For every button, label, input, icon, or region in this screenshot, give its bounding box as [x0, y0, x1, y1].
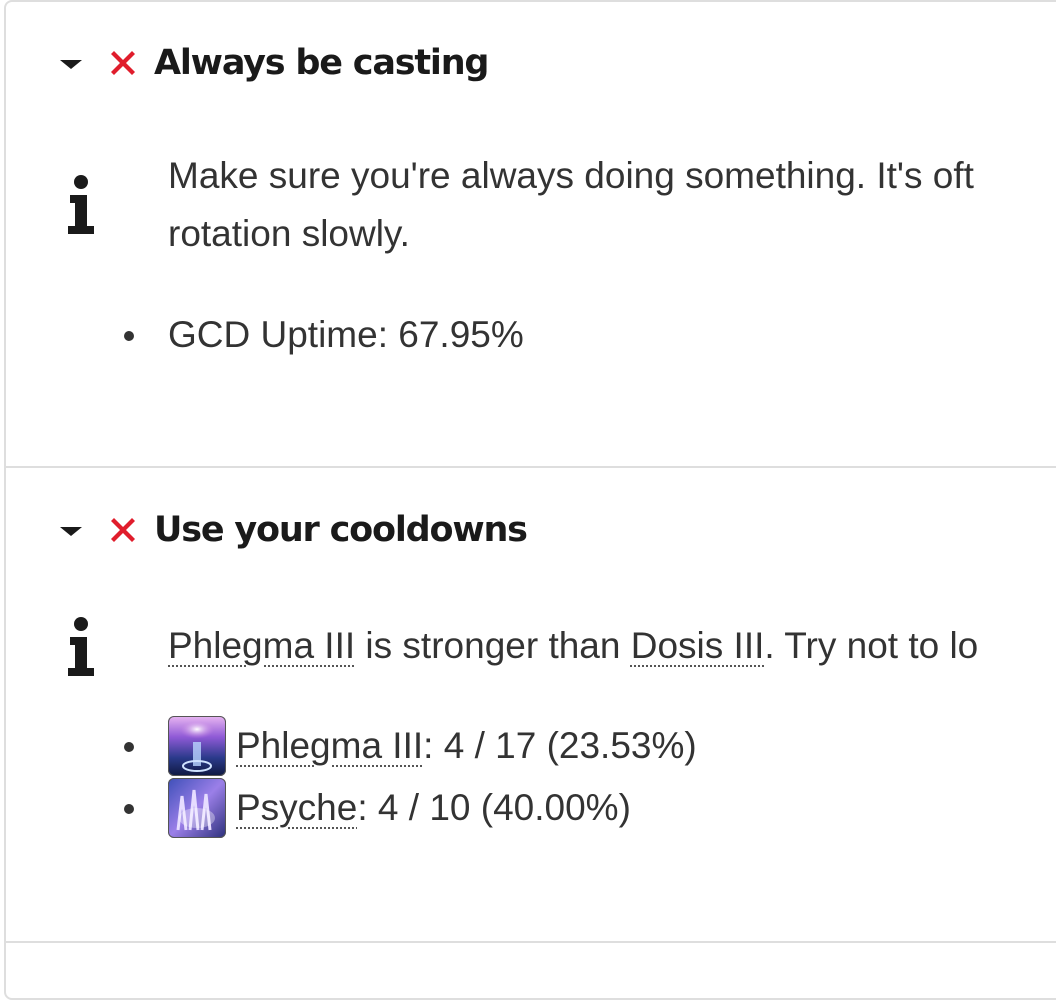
- metric-value: : 4 / 10 (40.00%): [357, 787, 631, 828]
- section-divider: [6, 941, 1056, 943]
- psyche-link[interactable]: Psyche: [236, 779, 357, 837]
- check-description: Make sure you're always doing something.…: [168, 147, 974, 263]
- section-header-use-your-cooldowns[interactable]: Use your cooldowns: [60, 505, 528, 555]
- info-icon: [68, 617, 94, 676]
- phlegma-iii-icon[interactable]: [168, 716, 226, 776]
- description-line-1: Make sure you're always doing something.…: [168, 155, 974, 196]
- psyche-icon[interactable]: [168, 778, 226, 838]
- fail-x-icon: [104, 511, 142, 549]
- phlegma-iii-link[interactable]: Phlegma III: [236, 717, 423, 775]
- description-mid-text: is stronger than: [355, 625, 631, 666]
- section-divider: [6, 466, 1056, 468]
- bullet-dot: [124, 742, 134, 752]
- description-line-2: rotation slowly.: [168, 213, 410, 254]
- metric-value: : 4 / 17 (23.53%): [423, 725, 697, 766]
- dosis-iii-link[interactable]: Dosis III: [631, 625, 765, 666]
- section-header-always-be-casting[interactable]: Always be casting: [60, 38, 489, 88]
- section-title: Always be casting: [154, 43, 489, 83]
- bullet-dot: [124, 331, 134, 341]
- metric-gcd-uptime: GCD Uptime: 67.95%: [168, 306, 524, 364]
- info-icon: [68, 175, 94, 234]
- phlegma-iii-link[interactable]: Phlegma III: [168, 625, 355, 666]
- caret-down-icon[interactable]: [60, 59, 82, 69]
- description-tail-text: . Try not to lo: [764, 625, 979, 666]
- bullet-dot: [124, 804, 134, 814]
- metric-psyche: Psyche: 4 / 10 (40.00%): [168, 778, 631, 838]
- metric-phlegma-iii: Phlegma III: 4 / 17 (23.53%): [168, 716, 697, 776]
- section-title: Use your cooldowns: [154, 510, 528, 550]
- caret-down-icon[interactable]: [60, 526, 82, 536]
- check-description: Phlegma III is stronger than Dosis III. …: [168, 617, 978, 675]
- metric-text: GCD Uptime: 67.95%: [168, 314, 524, 355]
- fail-x-icon: [104, 44, 142, 82]
